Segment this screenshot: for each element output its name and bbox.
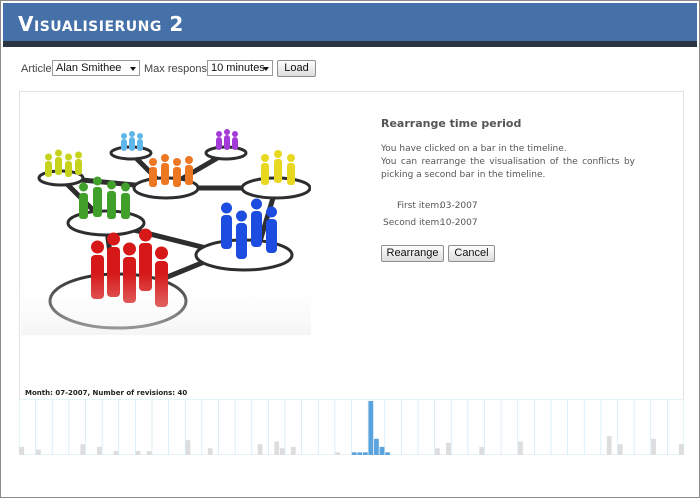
timeline-bar[interactable] [96,446,102,455]
timeline-bar[interactable] [374,438,379,455]
timeline-bar-selected[interactable] [368,401,374,455]
cancel-button[interactable]: Cancel [448,245,495,262]
dialog-title: Rearrange time period [381,117,522,130]
timeline-bar[interactable] [36,449,41,455]
timeline-bar[interactable] [335,452,341,455]
article-select[interactable]: Alan Smithee [52,60,140,76]
timeline-bar[interactable] [274,441,280,456]
timeline-bar[interactable] [678,444,684,455]
app-window: Visualisierung 2 Article: Alan Smithee M… [0,0,700,498]
people-network-illustration [21,129,311,335]
max-response-label: Max response: [144,63,217,75]
timeline-bar[interactable] [479,446,485,455]
rearrange-button[interactable]: Rearrange [381,245,444,262]
load-button[interactable]: Load [277,60,316,77]
second-item-label: Second item: [383,218,443,228]
chevron-down-icon [263,67,269,71]
timeline-bar[interactable] [446,442,451,455]
first-item-label: First item: [397,201,443,211]
timeline-bar[interactable] [257,444,263,455]
timeline-bar[interactable] [606,436,612,455]
timeline-status: Month: 07-2007, Number of revisions: 40 [25,389,188,397]
timeline-bar[interactable] [80,444,86,455]
timeline-bar[interactable] [146,450,152,455]
timeline-bar[interactable] [135,450,141,455]
timeline-bar[interactable] [279,448,285,455]
chevron-down-icon [130,67,136,71]
timeline-chart[interactable] [19,399,684,455]
timeline-bar[interactable] [518,441,523,456]
timeline-bar[interactable] [290,446,296,455]
header-underline [3,41,697,47]
header-bar: Visualisierung 2 [3,3,697,41]
timeline-bar[interactable] [19,446,25,455]
second-item-value: 10-2007 [440,218,478,228]
timeline-bar[interactable] [113,450,119,455]
timeline-bar[interactable] [379,446,385,455]
timeline-bar[interactable] [207,448,213,455]
timeline-bar[interactable] [351,452,357,455]
dialog-message-2: You can rearrange the visualisation of t… [381,157,635,180]
first-item-value: 03-2007 [440,201,478,211]
max-response-select-value: 10 minutes [211,62,265,74]
max-response-select[interactable]: 10 minutes [207,60,273,76]
timeline-bar[interactable] [385,452,390,455]
dialog-message-1: You have clicked on a bar in the timelin… [381,144,567,154]
timeline-bar[interactable] [617,444,623,455]
timeline-bar[interactable] [651,438,656,455]
timeline-bar[interactable] [435,448,440,455]
timeline-bar[interactable] [362,452,368,455]
timeline-bar[interactable] [357,452,363,455]
article-label: Article: [21,63,55,75]
article-select-value: Alan Smithee [56,62,122,74]
timeline-bar[interactable] [185,440,191,455]
page-title: Visualisierung 2 [18,12,184,36]
